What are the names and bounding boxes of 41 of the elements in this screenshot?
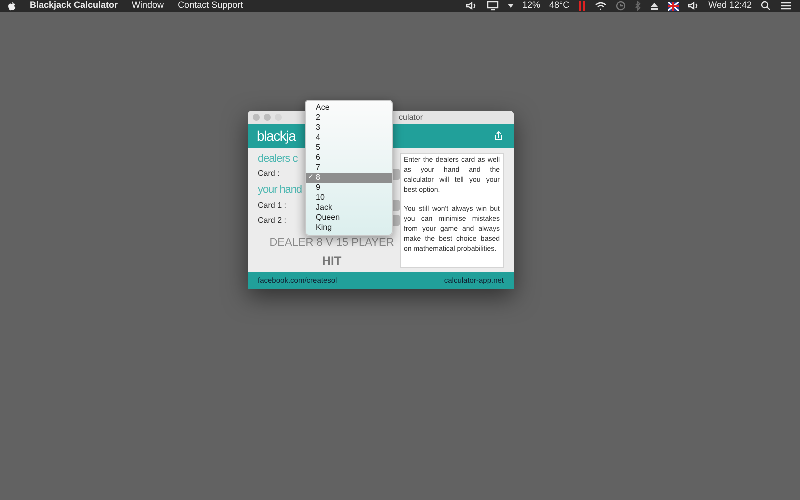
menu-option[interactable]: Queen [306,213,392,223]
app-name[interactable]: Blackjack Calculator [30,0,118,13]
share-icon[interactable] [495,131,503,141]
result-summary: DEALER 8 V 15 PLAYER [268,237,396,249]
section-heading: your hand [258,183,302,198]
wifi-icon[interactable] [594,1,607,11]
clock-text[interactable]: Wed 12:42 [708,0,752,13]
search-icon[interactable] [761,1,771,11]
display-icon[interactable] [486,1,498,11]
field-label: Card 2 : [258,214,286,226]
field-label: Card 1 : [258,200,286,212]
window-title: culator [399,112,424,124]
bluetooth-icon[interactable] [634,1,641,11]
menu-option[interactable]: 10 [306,193,392,203]
eject-icon[interactable] [650,2,659,10]
section-heading: dealers c [258,152,298,166]
menu-item[interactable]: Window [132,0,164,13]
menu-option[interactable]: 3 [306,123,392,133]
menu-option[interactable]: 2 [306,113,392,123]
menu-option[interactable]: Jack [306,203,392,213]
battery-percent[interactable]: 12% [522,0,541,13]
apple-icon[interactable] [8,2,16,10]
caret-icon[interactable] [508,4,514,8]
field-label: Card : [258,168,280,180]
menu-option[interactable]: 4 [306,133,392,143]
menu-option[interactable]: Ace [306,103,392,113]
flag-icon[interactable] [668,2,679,10]
bars-icon[interactable] [578,1,586,11]
temperature-reading[interactable]: 48°C [550,0,570,13]
clock-icon[interactable] [616,1,626,11]
advice-text: HIT [321,253,343,270]
menu-option[interactable]: King [306,223,392,233]
volume-icon[interactable] [466,1,478,11]
menu-option[interactable]: 7 [306,163,392,173]
menu-option[interactable]: 9 [306,183,392,193]
app-logo: blackja [257,126,296,146]
menu-item[interactable]: Contact Support [178,0,244,13]
menu-option[interactable]: 5 [306,143,392,153]
list-icon[interactable] [780,1,792,11]
menu-option[interactable]: 6 [306,153,392,163]
volume-icon[interactable] [688,1,700,11]
